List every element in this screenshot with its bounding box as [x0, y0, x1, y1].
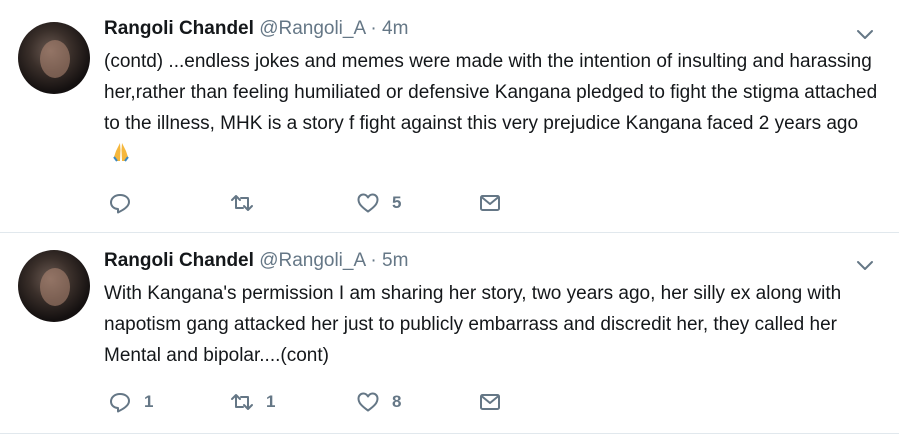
separator: ·: [370, 250, 377, 271]
tweet[interactable]: Rangoli Chandel @Rangoli_A · 5m With Kan…: [0, 233, 899, 434]
tweet-text: With Kangana's permission I am sharing h…: [104, 283, 842, 366]
folded-hands-emoji: [113, 143, 129, 162]
avatar[interactable]: [18, 250, 90, 322]
avatar[interactable]: [18, 22, 90, 94]
author-handle[interactable]: @Rangoli_A: [259, 250, 365, 271]
heart-icon: [357, 392, 379, 412]
retweet-button[interactable]: 1: [230, 388, 275, 416]
chevron-down-icon[interactable]: [855, 255, 875, 275]
retweet-icon: [231, 195, 253, 211]
direct-message-button[interactable]: [478, 388, 502, 416]
author-handle[interactable]: @Rangoli_A: [259, 18, 365, 39]
like-button[interactable]: 8: [356, 388, 401, 416]
heart-icon: [357, 193, 379, 213]
envelope-icon: [480, 394, 500, 410]
reply-button[interactable]: 1: [108, 388, 153, 416]
reply-count: 1: [144, 392, 154, 411]
tweet-header: Rangoli Chandel @Rangoli_A · 5m: [104, 250, 408, 272]
tweet-text: (contd) ...endless jokes and memes were …: [104, 51, 878, 134]
reply-icon: [110, 393, 130, 413]
chevron-down-icon[interactable]: [855, 24, 875, 44]
timestamp[interactable]: 5m: [382, 250, 408, 271]
author-name[interactable]: Rangoli Chandel: [104, 18, 254, 39]
like-count: 8: [392, 392, 402, 411]
tweet-header: Rangoli Chandel @Rangoli_A · 4m: [104, 18, 408, 40]
tweet-text-wrap: (contd) ...endless jokes and memes were …: [104, 46, 884, 170]
retweet-icon: [231, 394, 253, 410]
tweet[interactable]: Rangoli Chandel @Rangoli_A · 4m (contd) …: [0, 0, 899, 233]
tweet-feed: Rangoli Chandel @Rangoli_A · 4m (contd) …: [0, 0, 899, 434]
retweet-count: 1: [266, 392, 276, 411]
retweet-button[interactable]: [230, 189, 266, 217]
author-name[interactable]: Rangoli Chandel: [104, 250, 254, 271]
reply-icon: [110, 194, 130, 214]
like-count: 5: [392, 193, 402, 212]
separator: ·: [370, 18, 377, 39]
envelope-icon: [480, 195, 500, 211]
reply-button[interactable]: [108, 189, 144, 217]
like-button[interactable]: 5: [356, 189, 401, 217]
tweet-text-wrap: With Kangana's permission I am sharing h…: [104, 278, 884, 371]
timestamp[interactable]: 4m: [382, 18, 408, 39]
direct-message-button[interactable]: [478, 189, 502, 217]
